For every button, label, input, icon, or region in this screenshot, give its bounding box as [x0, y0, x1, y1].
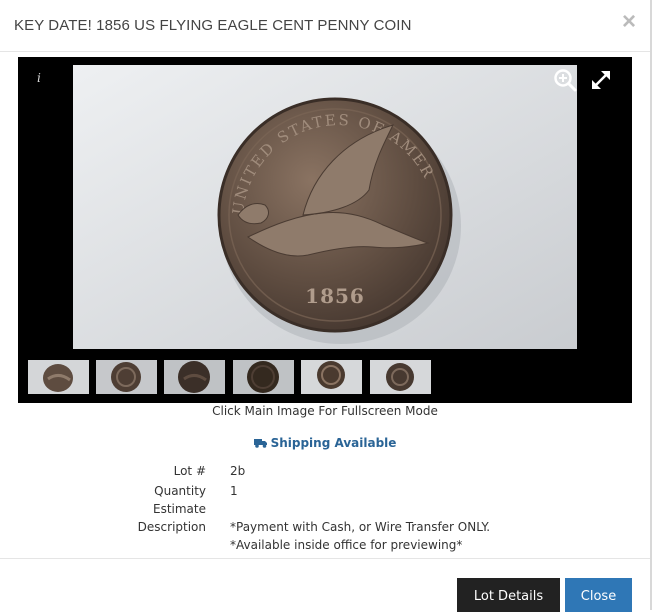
truck-icon [253, 437, 267, 451]
modal-footer: Lot Details Close [0, 558, 650, 612]
shipping-available: Shipping Available [0, 436, 650, 451]
main-coin-image[interactable]: UNITED STATES OF AMERICA 1856 [73, 65, 577, 349]
lot-number-row: Lot # 2b [0, 464, 650, 482]
thumbnail-1[interactable] [28, 360, 89, 394]
description-line-2: *Available inside office for previewing* [230, 538, 463, 552]
modal-title: KEY DATE! 1856 US FLYING EAGLE CENT PENN… [14, 17, 412, 34]
lot-modal: KEY DATE! 1856 US FLYING EAGLE CENT PENN… [0, 0, 652, 612]
thumbnail-3[interactable] [164, 360, 225, 394]
thumbnail-4[interactable] [233, 360, 294, 394]
fullscreen-icon[interactable] [589, 68, 613, 92]
close-icon[interactable]: × [622, 10, 636, 34]
coin-date: 1856 [305, 284, 365, 308]
quantity-value: 1 [230, 484, 238, 498]
estimate-row: Estimate [0, 502, 650, 520]
close-button[interactable]: Close [565, 578, 632, 612]
thumbnail-6[interactable] [370, 360, 431, 394]
estimate-label: Estimate [152, 502, 206, 516]
quantity-row: Quantity 1 [0, 484, 650, 502]
lot-number-label: Lot # [173, 464, 206, 478]
fullscreen-caption: Click Main Image For Fullscreen Mode [212, 404, 438, 418]
coin-photo: UNITED STATES OF AMERICA 1856 [73, 65, 577, 349]
description-row: Description *Payment with Cash, or Wire … [0, 520, 650, 538]
description-line-1: *Payment with Cash, or Wire Transfer ONL… [230, 520, 491, 534]
quantity-label: Quantity [154, 484, 206, 498]
lot-details-button[interactable]: Lot Details [457, 578, 560, 612]
zoom-in-icon[interactable] [553, 68, 577, 92]
modal-header: KEY DATE! 1856 US FLYING EAGLE CENT PENN… [0, 0, 650, 52]
lot-number-value: 2b [230, 464, 246, 478]
image-viewer: i UNITED STATES OF AMER 1856 [18, 57, 632, 403]
description-row-2: *Available inside office for previewing* [0, 538, 650, 556]
thumbnail-2[interactable] [96, 360, 157, 394]
description-label: Description [137, 520, 206, 534]
shipping-label: Shipping Available [270, 436, 397, 450]
thumbnail-5[interactable] [301, 360, 362, 394]
info-icon[interactable]: i [37, 71, 41, 85]
